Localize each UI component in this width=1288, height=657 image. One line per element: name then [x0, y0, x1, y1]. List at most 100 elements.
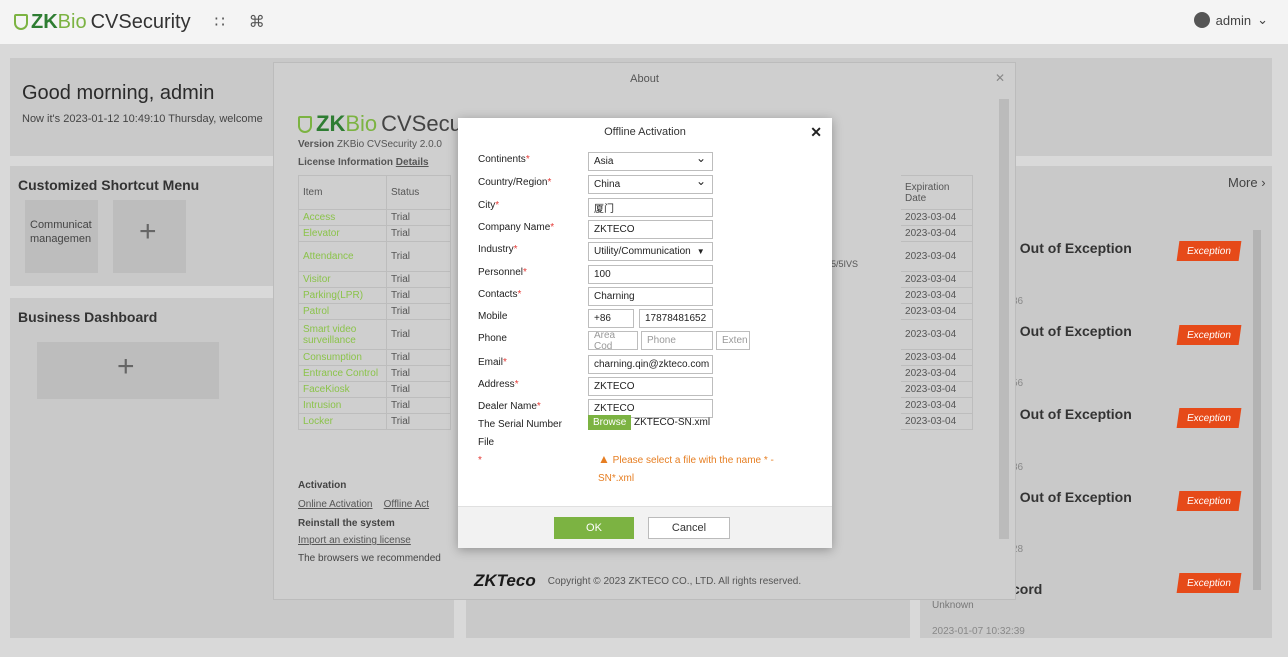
- continents-label: Continents *: [478, 154, 530, 165]
- brand-zk: ZK: [31, 10, 58, 33]
- license-item: Elevator: [298, 225, 387, 242]
- license-item: Parking(LPR): [298, 287, 387, 304]
- exception-badge: Exception: [1176, 408, 1242, 428]
- license-status: Trial: [385, 365, 451, 382]
- business-title: Business Dashboard: [18, 309, 158, 325]
- close-icon[interactable]: ✕: [810, 124, 822, 141]
- event-time: 2023-01-07 10:32:39: [932, 626, 1025, 637]
- industry-select[interactable]: Utility/Communication ▼: [588, 242, 713, 261]
- license-status: Trial: [385, 381, 451, 398]
- personnel-input[interactable]: 100: [588, 265, 713, 284]
- selected-file-name: ZKTECO-SN.xml: [634, 417, 711, 428]
- personnel-label: Personnel *: [478, 267, 527, 278]
- exception-badge: Exception: [1176, 491, 1242, 511]
- offline-activation-link[interactable]: Offline Act: [384, 499, 429, 510]
- email-label: Email *: [478, 357, 507, 368]
- plus-icon: +: [139, 215, 157, 248]
- dealer-label: Dealer Name *: [478, 401, 541, 412]
- contacts-input[interactable]: Charning: [588, 287, 713, 306]
- dialog-title: Offline Activation: [604, 126, 686, 138]
- add-shortcut-button[interactable]: +: [113, 200, 186, 273]
- license-status: Trial: [385, 413, 451, 430]
- about-footer: ZKTeco Copyright © 2023 ZKTECO CO., LTD.…: [474, 571, 801, 591]
- email-input[interactable]: charning.qin@zkteco.com: [588, 355, 713, 374]
- license-item: Intrusion: [298, 397, 387, 414]
- phone-input[interactable]: Phone: [641, 331, 713, 350]
- shortcut-tile-communication[interactable]: Communicat managemen: [25, 200, 98, 273]
- welcome-subtitle: Now it's 2023-01-12 10:49:10 Thursday, w…: [22, 113, 263, 125]
- company-input[interactable]: ZKTECO: [588, 220, 713, 239]
- close-icon[interactable]: ✕: [995, 71, 1005, 85]
- industry-label: Industry *: [478, 244, 518, 255]
- license-expiration: 2023-03-04: [900, 397, 973, 414]
- brand-name: CVSecurity: [90, 10, 191, 33]
- license-expiration: 2023-03-04: [900, 349, 973, 366]
- event-title: l Out of Exception: [1012, 406, 1132, 422]
- dialog-footer: OK Cancel: [458, 506, 832, 548]
- add-dashboard-button[interactable]: +: [37, 342, 219, 399]
- license-item: Patrol: [298, 303, 387, 320]
- user-menu[interactable]: admin ⌄: [1193, 12, 1268, 28]
- license-status: Trial: [385, 209, 451, 226]
- license-expiration: 2023-03-04: [900, 241, 973, 272]
- col-item: Item: [298, 175, 387, 210]
- shortcut-tile-label: Communicat managemen: [30, 219, 92, 245]
- city-input[interactable]: 厦门: [588, 198, 713, 217]
- details-link[interactable]: Details: [396, 157, 429, 168]
- more-link[interactable]: More ›: [1228, 175, 1266, 190]
- city-label: City *: [478, 200, 500, 211]
- about-title: About: [630, 73, 659, 85]
- license-expiration: 2023-03-04: [900, 225, 973, 242]
- cancel-button[interactable]: Cancel: [648, 517, 730, 539]
- license-status: Trial: [385, 241, 451, 272]
- event-title: l Out of Exception: [1012, 323, 1132, 339]
- offline-activation-dialog: Offline Activation ✕ Continents* Asia Co…: [458, 118, 832, 548]
- license-status: Trial: [385, 319, 451, 350]
- phone-label: Phone: [478, 333, 507, 344]
- address-label: Address *: [478, 379, 519, 390]
- zkteco-logo: ZKTeco: [474, 571, 536, 590]
- about-scrollbar[interactable]: [999, 99, 1009, 539]
- area-code-input[interactable]: Area Cod: [588, 331, 638, 350]
- license-expiration: 2023-03-04: [900, 271, 973, 288]
- country-label: Country/Region *: [478, 177, 552, 188]
- exception-badge: Exception: [1176, 241, 1242, 261]
- license-status: Trial: [385, 349, 451, 366]
- license-expiration: 2023-03-04: [900, 319, 973, 350]
- extension-input[interactable]: Exten: [716, 331, 750, 350]
- shield-icon: [14, 14, 28, 30]
- license-status: Trial: [385, 397, 451, 414]
- version-line: Version ZKBio CVSecurity 2.0.0: [298, 139, 442, 150]
- plus-icon: +: [117, 350, 135, 383]
- license-item: Access: [298, 209, 387, 226]
- online-activation-link[interactable]: Online Activation: [298, 499, 373, 510]
- user-avatar-icon: [1193, 12, 1210, 28]
- import-license-link[interactable]: Import an existing license: [298, 535, 411, 546]
- command-icon[interactable]: ⌘: [249, 12, 265, 32]
- event-device: Unknown: [932, 600, 974, 611]
- country-select[interactable]: China: [588, 174, 713, 194]
- exception-badge: Exception: [1176, 573, 1242, 593]
- col-expiration: Expiration Date: [900, 175, 973, 210]
- mobile-code-input[interactable]: +86: [588, 309, 634, 328]
- page-scrollbar[interactable]: [1253, 230, 1261, 590]
- ok-button[interactable]: OK: [554, 517, 634, 539]
- mobile-label: Mobile: [478, 311, 508, 322]
- activation-heading: Activation: [298, 480, 347, 491]
- license-line: License Information Details: [298, 157, 429, 168]
- address-input[interactable]: ZKTECO: [588, 377, 713, 396]
- apps-grid-icon[interactable]: ∷: [215, 12, 225, 32]
- license-item: Entrance Control: [298, 365, 387, 382]
- browsers-heading: The browsers we recommended: [298, 553, 441, 562]
- mobile-input[interactable]: 17878481652: [639, 309, 713, 328]
- browse-button[interactable]: Browse: [588, 415, 632, 430]
- license-expiration: 2023-03-04: [900, 209, 973, 226]
- app-logo[interactable]: ZK Bio CVSecurity: [14, 11, 191, 34]
- license-status: Trial: [385, 225, 451, 242]
- license-status: Trial: [385, 271, 451, 288]
- copyright-text: Copyright © 2023 ZKTECO CO., LTD. All ri…: [547, 575, 802, 587]
- continents-select[interactable]: Asia: [588, 151, 713, 171]
- shortcut-title: Customized Shortcut Menu: [18, 177, 200, 193]
- license-item: Consumption: [298, 349, 387, 366]
- license-item: Visitor: [298, 271, 387, 288]
